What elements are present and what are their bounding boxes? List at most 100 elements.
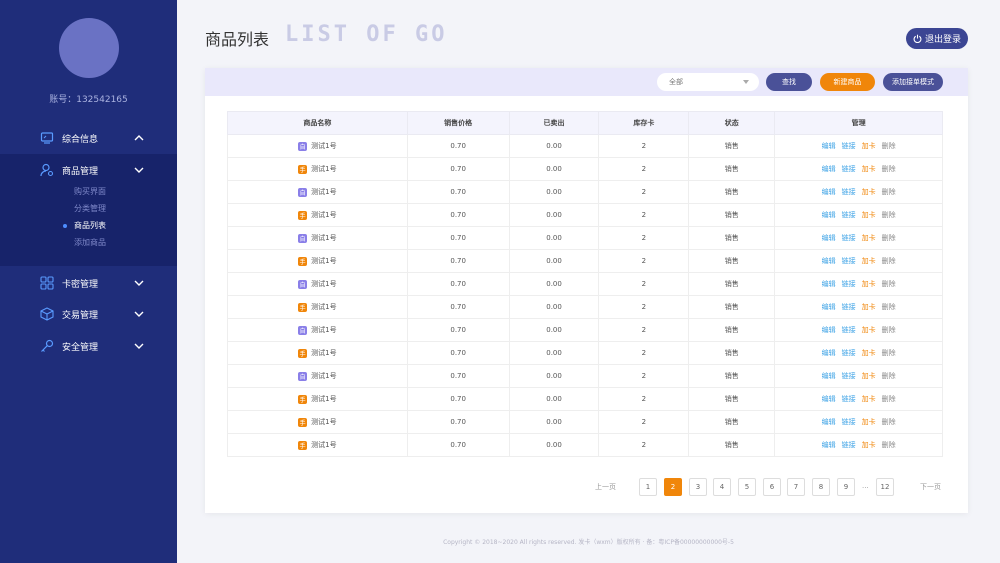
delete-link[interactable]: 删除 — [882, 280, 896, 288]
page-button[interactable]: 7 — [787, 478, 805, 496]
edit-link[interactable]: 编辑 — [822, 372, 836, 380]
page-button[interactable]: 3 — [689, 478, 707, 496]
cell-actions: 编辑 链接 加卡 删除 — [774, 249, 943, 273]
edit-link[interactable]: 编辑 — [822, 349, 836, 357]
delete-link[interactable]: 删除 — [882, 188, 896, 196]
add-card-link[interactable]: 加卡 — [862, 441, 876, 449]
subnav-category[interactable]: 分类管理 — [74, 203, 106, 214]
cell-status: 销售 — [688, 180, 776, 204]
subnav-purchase-page[interactable]: 购买界面 — [74, 186, 106, 197]
sidebar-item-trades[interactable]: 交易管理 — [0, 299, 177, 329]
cell-stock: 2 — [598, 180, 690, 204]
subnav-goods-list[interactable]: 商品列表 — [74, 220, 106, 231]
edit-link[interactable]: 编辑 — [822, 257, 836, 265]
delete-link[interactable]: 删除 — [882, 372, 896, 380]
search-button[interactable]: 查找 — [766, 73, 812, 91]
copy-link[interactable]: 链接 — [842, 303, 856, 311]
cell-name: 手测试1号 — [227, 433, 408, 457]
edit-link[interactable]: 编辑 — [822, 303, 836, 311]
subnav-add-goods[interactable]: 添加商品 — [74, 237, 106, 248]
goods-name: 测试1号 — [311, 142, 337, 150]
page-button[interactable]: 4 — [713, 478, 731, 496]
add-card-link[interactable]: 加卡 — [862, 188, 876, 196]
page-button[interactable]: 1 — [639, 478, 657, 496]
edit-link[interactable]: 编辑 — [822, 326, 836, 334]
page-button[interactable]: 5 — [738, 478, 756, 496]
delete-link[interactable]: 删除 — [882, 326, 896, 334]
delete-link[interactable]: 删除 — [882, 418, 896, 426]
sidebar-item-goods[interactable]: 商品管理 — [0, 155, 177, 185]
delete-link[interactable]: 删除 — [882, 165, 896, 173]
page-button[interactable]: 9 — [837, 478, 855, 496]
add-card-link[interactable]: 加卡 — [862, 418, 876, 426]
type-badge: 自 — [298, 279, 308, 289]
sidebar-item-overview[interactable]: 综合信息 — [0, 123, 177, 153]
category-select[interactable]: 全部 — [657, 73, 759, 91]
edit-link[interactable]: 编辑 — [822, 165, 836, 173]
cell-actions: 编辑 链接 加卡 删除 — [774, 410, 943, 434]
copy-link[interactable]: 链接 — [842, 211, 856, 219]
delete-link[interactable]: 删除 — [882, 211, 896, 219]
delete-link[interactable]: 删除 — [882, 395, 896, 403]
copy-link[interactable]: 链接 — [842, 395, 856, 403]
type-badge: 自 — [298, 371, 308, 381]
add-card-link[interactable]: 加卡 — [862, 280, 876, 288]
add-card-link[interactable]: 加卡 — [862, 326, 876, 334]
delete-link[interactable]: 删除 — [882, 441, 896, 449]
copy-link[interactable]: 链接 — [842, 418, 856, 426]
new-goods-button[interactable]: 新建商品 — [820, 73, 875, 91]
delete-link[interactable]: 删除 — [882, 142, 896, 150]
avatar[interactable] — [59, 18, 119, 78]
delete-link[interactable]: 删除 — [882, 349, 896, 357]
copy-link[interactable]: 链接 — [842, 234, 856, 242]
edit-link[interactable]: 编辑 — [822, 395, 836, 403]
add-card-link[interactable]: 加卡 — [862, 303, 876, 311]
add-card-link[interactable]: 加卡 — [862, 372, 876, 380]
delete-link[interactable]: 删除 — [882, 257, 896, 265]
add-card-link[interactable]: 加卡 — [862, 257, 876, 265]
add-card-link[interactable]: 加卡 — [862, 165, 876, 173]
edit-link[interactable]: 编辑 — [822, 418, 836, 426]
cell-price: 0.70 — [406, 433, 510, 457]
logout-button[interactable]: 退出登录 — [906, 28, 968, 49]
edit-link[interactable]: 编辑 — [822, 211, 836, 219]
sidebar-item-security[interactable]: 安全管理 — [0, 331, 177, 361]
cell-actions: 编辑 链接 加卡 删除 — [774, 295, 943, 319]
copy-link[interactable]: 链接 — [842, 349, 856, 357]
edit-link[interactable]: 编辑 — [822, 280, 836, 288]
page-button[interactable]: 8 — [812, 478, 830, 496]
copy-link[interactable]: 链接 — [842, 280, 856, 288]
cell-sold: 0.00 — [508, 364, 600, 388]
copy-link[interactable]: 链接 — [842, 441, 856, 449]
add-order-mode-button[interactable]: 添加接单模式 — [883, 73, 943, 91]
delete-link[interactable]: 删除 — [882, 303, 896, 311]
edit-link[interactable]: 编辑 — [822, 188, 836, 196]
page-button-last[interactable]: 12 — [876, 478, 894, 496]
add-card-link[interactable]: 加卡 — [862, 142, 876, 150]
cell-name: 自测试1号 — [227, 226, 408, 250]
sidebar-item-cards[interactable]: 卡密管理 — [0, 268, 177, 298]
cell-actions: 编辑 链接 加卡 删除 — [774, 341, 943, 365]
copy-link[interactable]: 链接 — [842, 188, 856, 196]
cell-price: 0.70 — [406, 387, 510, 411]
add-card-link[interactable]: 加卡 — [862, 349, 876, 357]
add-card-link[interactable]: 加卡 — [862, 234, 876, 242]
copy-link[interactable]: 链接 — [842, 326, 856, 334]
add-card-link[interactable]: 加卡 — [862, 211, 876, 219]
copy-link[interactable]: 链接 — [842, 142, 856, 150]
select-value: 全部 — [669, 78, 683, 86]
edit-link[interactable]: 编辑 — [822, 234, 836, 242]
goods-name: 测试1号 — [311, 257, 337, 265]
edit-link[interactable]: 编辑 — [822, 441, 836, 449]
page-button[interactable]: 6 — [763, 478, 781, 496]
edit-link[interactable]: 编辑 — [822, 142, 836, 150]
next-page-link[interactable]: 下一页 — [920, 482, 941, 492]
copy-link[interactable]: 链接 — [842, 257, 856, 265]
prev-page-link[interactable]: 上一页 — [595, 482, 616, 492]
copy-link[interactable]: 链接 — [842, 372, 856, 380]
page-button-current[interactable]: 2 — [664, 478, 682, 496]
copy-link[interactable]: 链接 — [842, 165, 856, 173]
delete-link[interactable]: 删除 — [882, 234, 896, 242]
add-card-link[interactable]: 加卡 — [862, 395, 876, 403]
cell-status: 销售 — [688, 364, 776, 388]
